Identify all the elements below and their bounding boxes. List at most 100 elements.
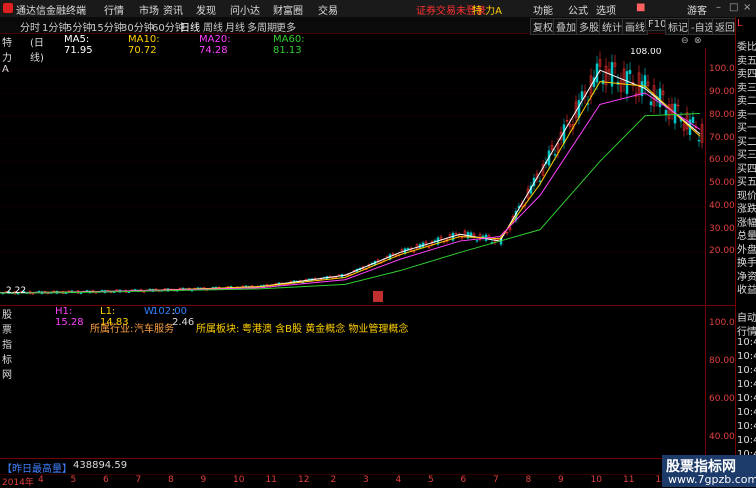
series-ma60-line [0,113,701,294]
tick-time-item: 自动 [737,313,756,324]
h1-value: H1: 15.28 [55,306,84,328]
max-volume-value: 438894.59 [73,460,128,471]
site-watermark: 股票指标网 www.7gpzb.com [662,455,756,487]
indicator-tick-label: 80.00 [709,356,735,366]
tick-time-item: 10:4 [737,337,756,348]
candle-body [577,100,581,118]
tab-more[interactable]: 更多 [276,19,296,34]
month-tick-label: 4 [395,475,402,485]
candle-body [697,140,701,142]
month-tick-label: 10 [233,475,245,485]
low-price-label: 2.22 [6,286,26,296]
tab-monthly[interactable]: 月线 [225,19,245,34]
tick-sidebar: 自动行情10:410:410:410:410:410:410:410:410:4 [735,307,756,460]
month-tick-label: 9 [558,475,564,485]
candle-body [37,290,41,293]
tick-time-item: 行情 [737,327,756,338]
month-tick-label: 6 [460,475,467,485]
tab-multi[interactable]: 多周期 [247,19,277,34]
tab-daily[interactable]: 日线 [180,19,200,34]
indicator-scale: 100.080.0060.0040.0020.00 [705,305,736,480]
tab-timeshare[interactable]: 分时 [20,19,40,34]
candle-body [538,180,542,183]
price-tick-label: 80.00 [709,109,735,120]
candle-body [79,292,83,295]
tick-time-item: 10:4 [737,435,756,446]
sector-value: 粤港澳 含B股 黄金概念 物业管理概念 [242,324,409,335]
menu-markets[interactable]: 市场 [139,2,159,17]
watermark-url: www.7gpzb.com [668,473,756,486]
indicator-tick-label: 40.00 [709,432,735,442]
menu-discover[interactable]: 发现 [196,2,216,17]
month-tick-label: 7 [135,475,142,485]
tick-time-item: 10:4 [737,393,756,404]
price-tick-label: 40.00 [709,200,735,211]
tick-time-item: 10:4 [737,365,756,376]
sector-label: 所属板块: [196,324,240,335]
tab-weekly[interactable]: 周线 [203,19,223,34]
month-tick-label: 10 [590,475,602,485]
industry-value: 汽车服务 [134,324,174,335]
candle-body [664,110,668,116]
volume-bar: 【昨日最高量】 438894.59 [0,458,756,475]
collapse-icon[interactable]: ⊖ [681,36,689,46]
candle-body [628,69,632,75]
tab-1min[interactable]: 1分钟 [42,19,68,34]
settings-icon[interactable]: ⊗ [694,36,702,46]
candle-body [649,101,653,106]
stock-name-top: 特 力A [472,6,503,17]
max-volume-label: 【昨日最高量】 [2,464,72,475]
price-tick-label: 50.00 [709,178,735,189]
month-tick-label: 8 [525,475,532,485]
month-tick-label: 4 [38,475,44,485]
tab-15min[interactable]: 15分钟 [91,19,124,34]
candle-body [469,232,473,237]
menu-info[interactable]: 资讯 [163,2,183,17]
event-marker-icon[interactable] [373,291,383,302]
maximize-icon[interactable]: □ [729,2,738,13]
tick-time-item: 10:4 [737,351,756,362]
month-tick-label: 7 [493,475,499,485]
w-extra: : 2.46 [172,306,195,328]
candles [1,51,704,295]
kline-chart[interactable]: 108.00 2.22 [0,48,705,304]
candle-body [595,63,599,83]
candle-body [562,124,566,144]
app-logo-icon [3,3,13,13]
menu-function[interactable]: 功能 [533,2,553,17]
month-tick-label: 12 [298,475,310,485]
close-icon[interactable]: × [743,2,751,13]
minimize-icon[interactable]: – [716,2,721,13]
menu-trade[interactable]: 交易 [318,2,338,17]
title-bar: 通达信金融终端 行情 市场 资讯 发现 问小达 财富圈 交易 证券交易未登录 特… [0,0,756,18]
menu-formula[interactable]: 公式 [568,2,588,17]
high-price-label: 108.00 [630,48,662,57]
tick-time-item: 10:4 [737,421,756,432]
menu-ask[interactable]: 问小达 [230,2,260,17]
menu-market[interactable]: 行情 [104,2,124,17]
indicator-tick-label: 60.00 [709,394,735,404]
menu-fortune[interactable]: 财富圈 [273,2,303,17]
candle-body [658,88,662,108]
candle-body [625,71,629,94]
price-tick-label: 70.00 [709,132,735,143]
menu-window-icon[interactable]: ■ [636,2,645,13]
indicator-tick-label: 100.0 [709,318,735,328]
price-tick-label: 20.00 [709,246,735,257]
guest-label[interactable]: 游客 [687,2,707,17]
tab-5min[interactable]: 5分钟 [66,19,92,34]
candle-body [553,154,557,156]
quote-sidebar: L 委比 卖五 卖四 卖三 卖二 卖一 买一 买二 买三 买四 买五 现价 涨跌 涨幅 总量 外盘 换手 净资 收益 [735,17,756,307]
indicator-title[interactable]: 股票指标网 [2,306,12,381]
tab-30min[interactable]: 30分钟 [121,19,154,34]
candle-body [127,291,131,293]
month-tick-label: 9 [200,475,207,485]
app-title: 通达信金融终端 [16,6,86,17]
price-tick-label: 90.00 [709,87,735,97]
month-tick-label: 2 [330,475,337,485]
time-axis: 2014年45678910111223456789101112 [0,474,705,488]
menu-options[interactable]: 选项 [596,2,616,17]
tick-time-item: 10:4 [737,407,756,418]
series-ma20-line [0,92,701,294]
year-label: 2014年 [2,478,34,488]
